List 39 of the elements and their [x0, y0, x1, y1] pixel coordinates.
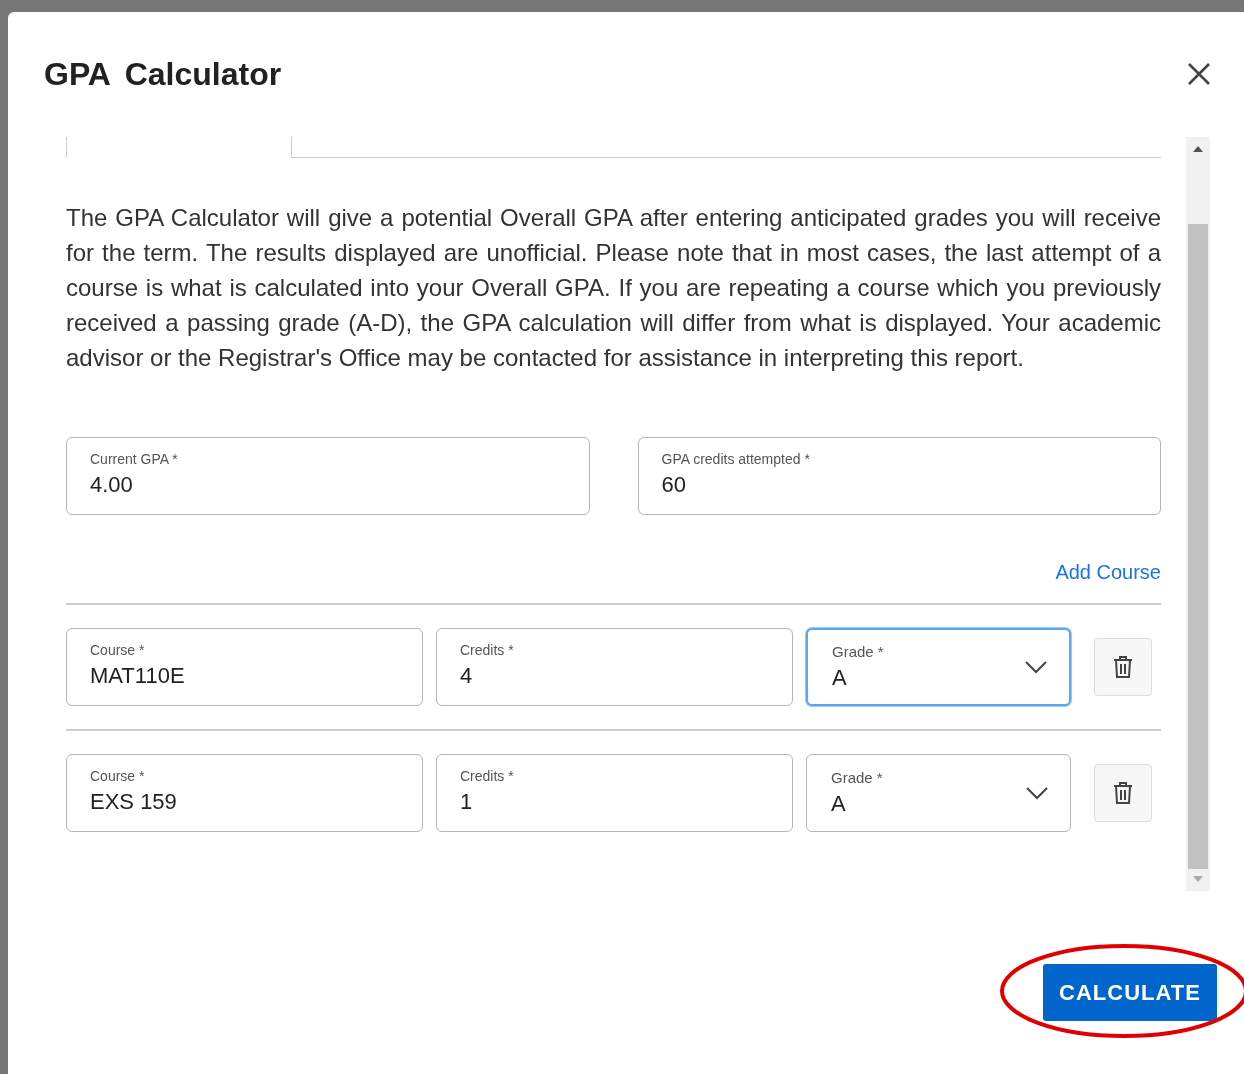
field-value: 60 — [661, 471, 686, 499]
trash-icon — [1113, 781, 1133, 805]
scroll-down-icon — [1193, 876, 1203, 882]
delete-button[interactable] — [1094, 638, 1152, 696]
text-field[interactable]: Course * MAT110E — [66, 628, 423, 706]
field-label: Course * — [90, 641, 145, 660]
description-text: The GPA Calculator will give a potential Overall GPA after entering anticipated grades you will receive for the term. The results displayed are unofficial. Please note that in most cases, the last attempt of a course is what is calculated into your Overall GPA. If you are repeating a course which you previously received a passing grade (A-D), the GPA calculation will differ from what is displayed. Your academic advisor or the Registrar's Office may be contacted for assistance in interpreting this report. — [66, 203, 1161, 373]
dialog-title: GPA Calculator — [44, 55, 282, 94]
grade-dropdown[interactable]: Grade * A — [806, 628, 1071, 706]
grade-dropdown[interactable]: Grade * A — [806, 754, 1071, 832]
chevron-down-icon — [1026, 786, 1048, 800]
field-value: MAT110E — [90, 662, 185, 690]
text-field[interactable]: GPA credits attempted * 60 — [637, 437, 1161, 515]
field-value: EXS 159 — [90, 788, 177, 816]
close-icon — [1187, 62, 1211, 86]
field-value: 4.00 — [90, 471, 133, 499]
text-field[interactable]: Current GPA * 4.00 — [66, 437, 590, 515]
field-label: Grade * — [832, 642, 884, 662]
text-field[interactable]: Course * EXS 159 — [66, 754, 423, 832]
add-course-link[interactable]: Add Course — [1055, 559, 1161, 585]
field-label: Course * — [90, 767, 145, 786]
field-label: GPA credits attempted * — [661, 450, 810, 469]
scroll-up-icon — [1193, 146, 1203, 152]
field-value: A — [831, 790, 846, 818]
field-value: 1 — [460, 788, 473, 816]
scrollbar[interactable] — [1186, 137, 1210, 891]
text-field[interactable]: Credits * 4 — [436, 628, 793, 706]
calculate-button[interactable]: CALCULATE — [1043, 964, 1217, 1021]
field-label: Credits * — [460, 767, 514, 786]
text-field[interactable]: Credits * 1 — [436, 754, 793, 832]
field-label: Credits * — [460, 641, 514, 660]
field-value: A — [832, 664, 847, 692]
field-label: Current GPA * — [90, 450, 178, 469]
chevron-down-icon — [1025, 660, 1047, 674]
field-value: 4 — [460, 662, 473, 690]
delete-button[interactable] — [1094, 764, 1152, 822]
field-label: Grade * — [831, 768, 883, 788]
close-button[interactable] — [1186, 61, 1212, 87]
trash-icon — [1113, 655, 1133, 679]
